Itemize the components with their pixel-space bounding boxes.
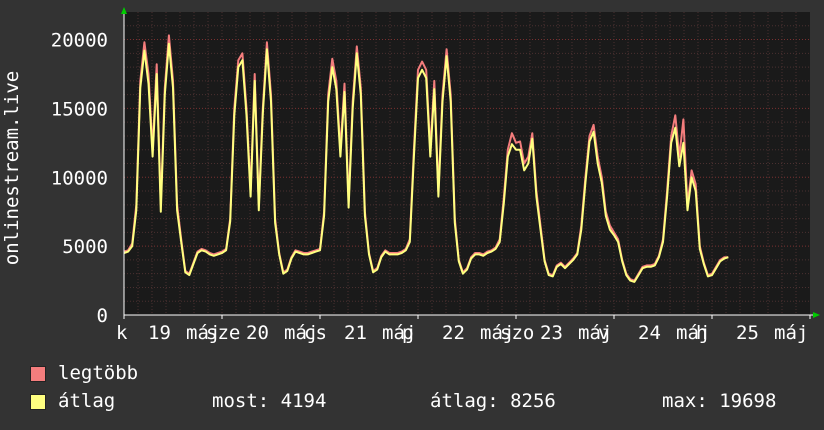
x-tick-label: k [116,322,128,344]
x-tick-label: 19 [148,322,171,344]
stat-max: max: 19698 [662,390,777,412]
x-tick-label: 24 [638,322,661,344]
x-tick-label: 22 [442,322,465,344]
y-axis-label: onlinestream.live [1,71,23,265]
x-tick-label: sze [206,322,240,344]
stat-avg: átlag: 8256 [430,390,556,412]
y-tick-label: 5000 [62,236,108,258]
x-tick-label: máj [774,322,808,344]
legend-label-avg: átlag [58,390,116,412]
chart: 05000100001500020000 k 19 májsze 20 májcs 21 m… [1,7,820,344]
x-tick-label: 25 [736,322,759,344]
x-tick-label: 23 [540,322,563,344]
y-tick-label: 0 [97,305,108,327]
x-tick-label: v [598,322,609,344]
x-tick-label: cs [304,322,327,344]
legend-swatch-avg [30,394,46,410]
x-tick-label: 20 [246,322,269,344]
y-axis-arrow [121,7,127,14]
x-tick-label: szo [500,322,534,344]
x-tick-label: 21 [344,322,367,344]
x-axis: k 19 májsze 20 májcs 21 májp 22 májszo 23 májv 24 má… [116,315,811,344]
y-tick-label: 15000 [51,98,108,120]
y-tick-label: 20000 [51,30,108,52]
legend: legtöbb átlag most: 4194 átlag: 8256 max… [0,360,824,430]
legend-label-max: legtöbb [58,362,139,384]
x-tick-label: p [402,322,413,344]
x-axis-arrow [813,312,820,318]
y-axis: 0 5000 10000 15000 20000 [51,30,108,327]
legend-swatch-max [30,366,46,382]
y-tick-label: 10000 [51,167,108,189]
x-tick-label: h [696,322,707,344]
stat-now: most: 4194 [212,390,327,412]
